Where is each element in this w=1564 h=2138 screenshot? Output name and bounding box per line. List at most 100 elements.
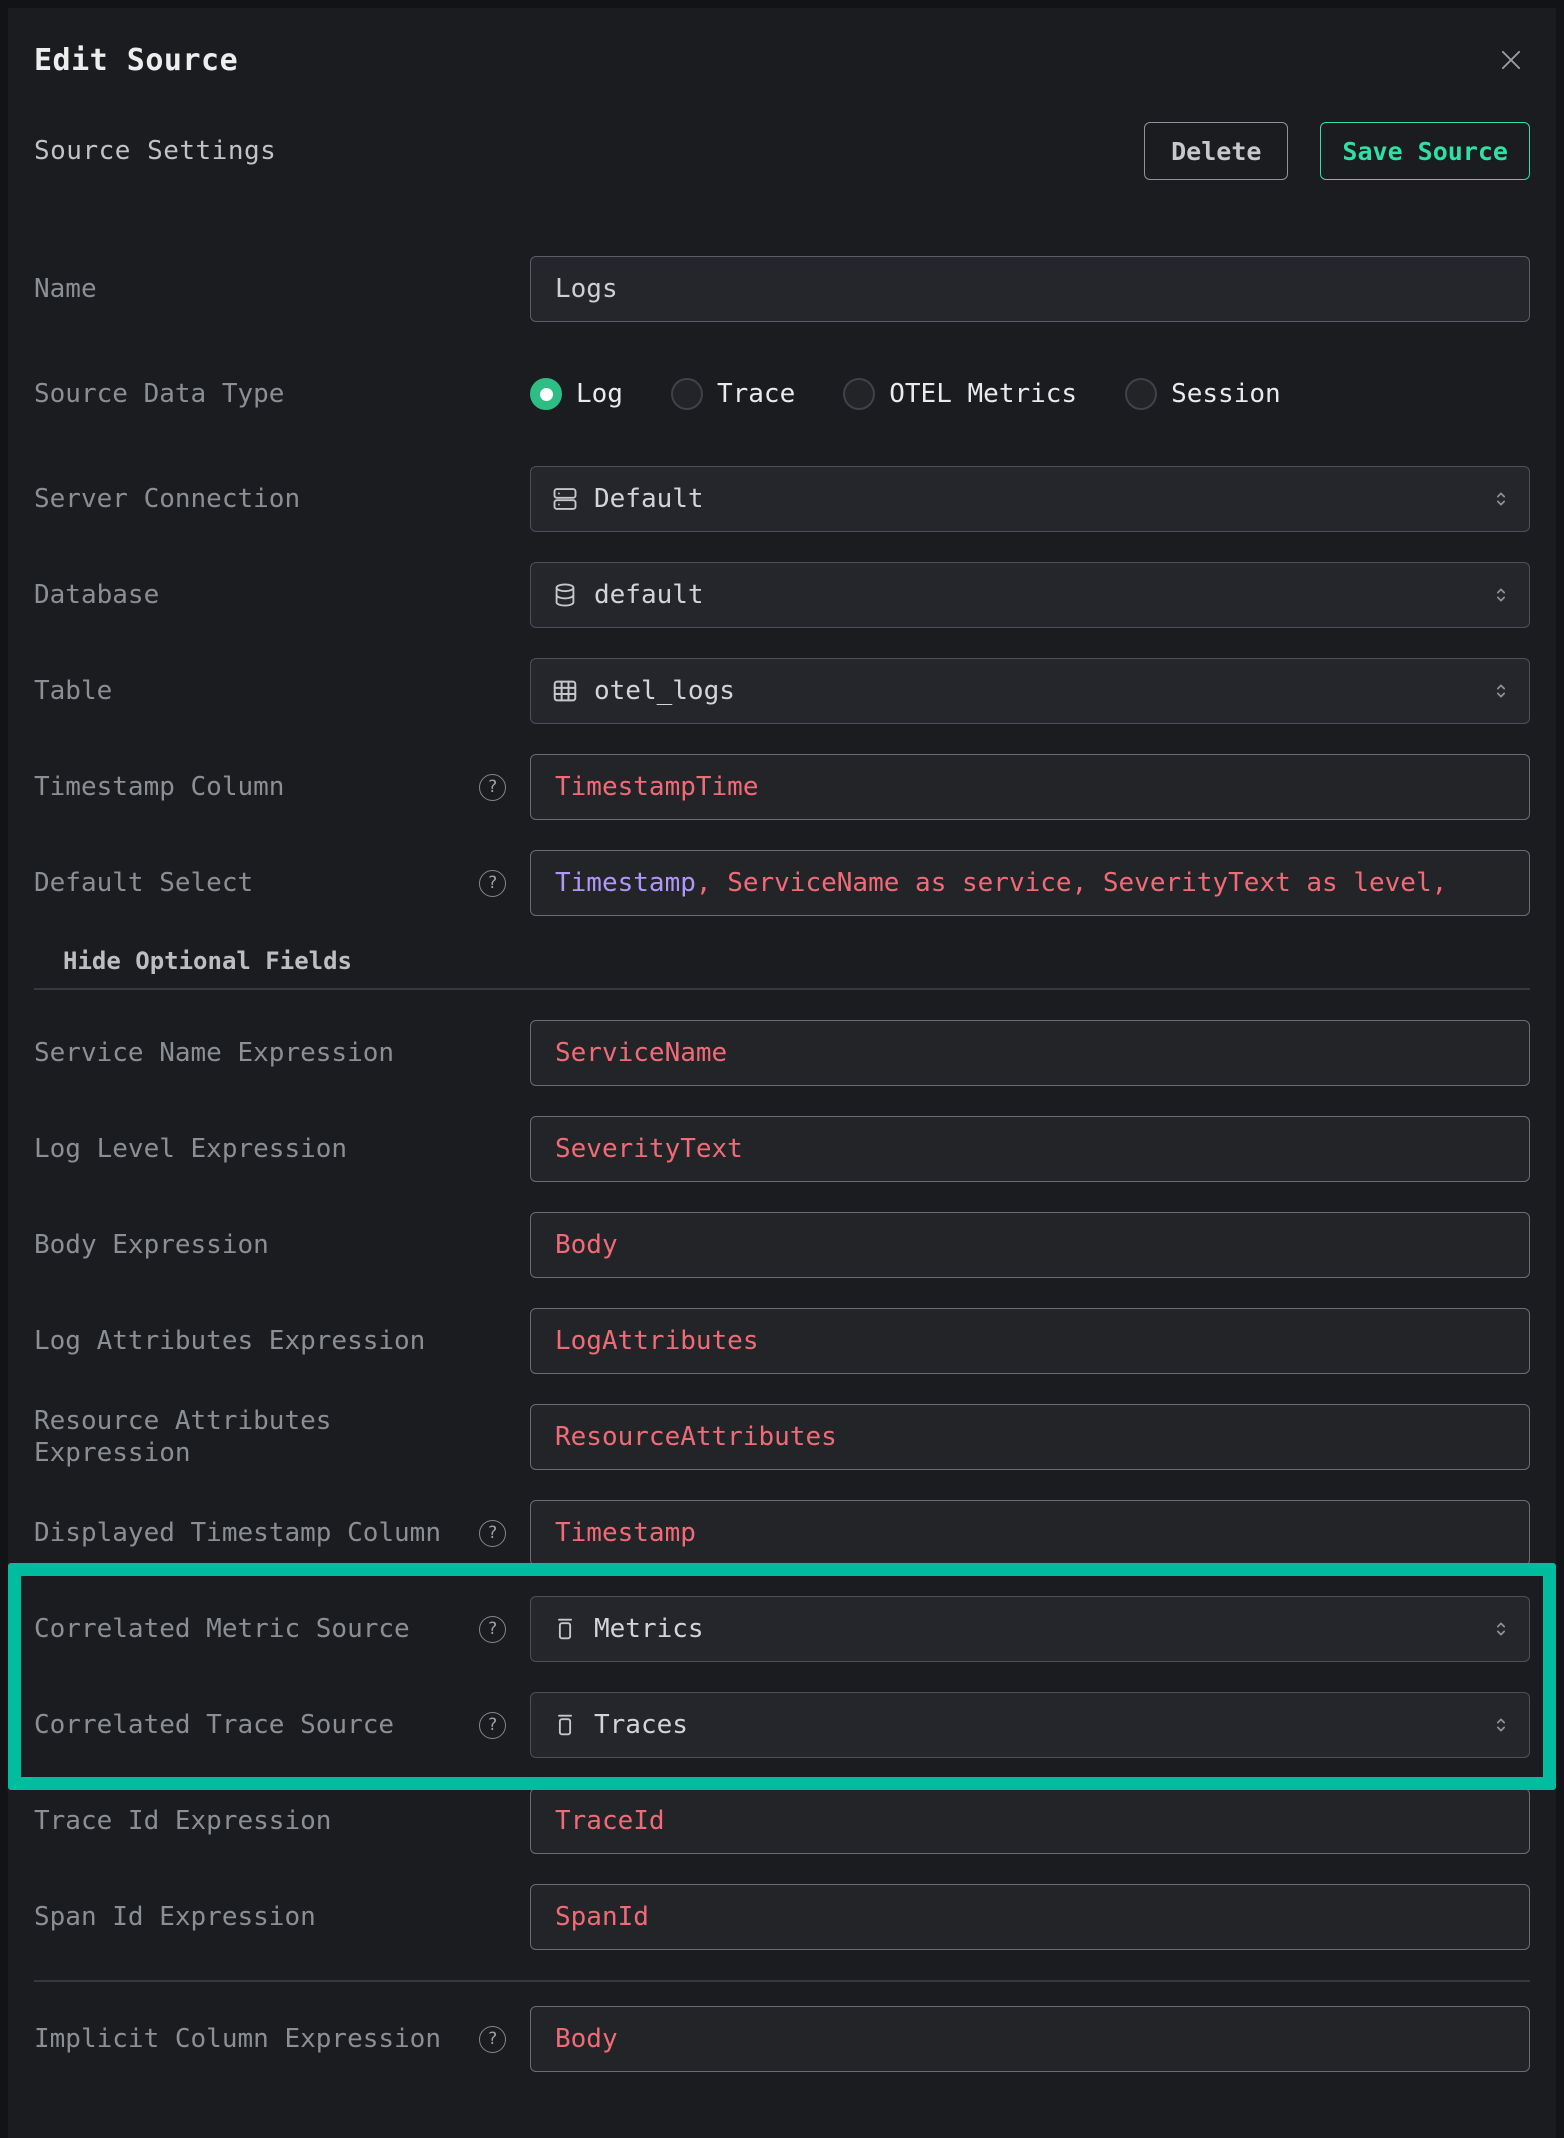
field-label: Log Attributes Expression [34,1325,425,1358]
implicit-column-expression-input[interactable]: Body [530,2006,1530,2072]
field-row-body-expression: Body Expression Body [34,1212,1530,1278]
select-value: Traces [594,1710,1474,1740]
input-value: TimestampTime [555,772,759,802]
save-source-button[interactable]: Save Source [1320,122,1530,180]
radio-option-trace[interactable]: Trace [671,378,795,410]
radio-option-otel-metrics[interactable]: OTEL Metrics [843,378,1077,410]
log-level-expression-input[interactable]: SeverityText [530,1116,1530,1182]
field-label: Body Expression [34,1229,269,1262]
correlated-metric-source-select[interactable]: Metrics [530,1596,1530,1662]
field-label-col: Correlated Trace Source? [34,1709,506,1742]
help-icon[interactable]: ? [479,2026,506,2053]
close-icon[interactable] [1492,41,1530,79]
field-label-col: Displayed Timestamp Column? [34,1517,506,1550]
field-label-col: Source Data Type [34,378,506,411]
field-value-col: Traces [530,1692,1530,1758]
field-label: Timestamp Column [34,771,284,804]
field-label: Resource Attributes Expression [34,1405,454,1470]
select-value: Metrics [594,1614,1474,1644]
field-row-name: Name Logs [34,256,1530,322]
input-value: ServiceName [555,1038,727,1068]
source-data-type-radio-group: Log Trace OTEL Metrics Session [530,378,1530,410]
body-expression-input[interactable]: Body [530,1212,1530,1278]
page-title: Edit Source [34,43,238,78]
field-label: Database [34,579,159,612]
trace-id-expression-input[interactable]: TraceId [530,1788,1530,1854]
input-value: ResourceAttributes [555,1422,837,1452]
field-value-col: TimestampTime [530,754,1530,820]
field-value-col: Log Trace OTEL Metrics Session [530,378,1530,410]
help-icon[interactable]: ? [479,870,506,897]
input-value: LogAttributes [555,1326,759,1356]
input-value: Timestamp [555,1518,696,1548]
hide-optional-fields-toggle[interactable]: Hide Optional Fields [63,946,1530,976]
field-value-col: Metrics [530,1596,1530,1662]
field-row-log-level-expression: Log Level Expression SeverityText [34,1116,1530,1182]
field-label: Correlated Metric Source [34,1613,410,1646]
service-name-expression-input[interactable]: ServiceName [530,1020,1530,1086]
field-value-col: Timestamp [530,1500,1530,1566]
help-icon[interactable]: ? [479,1712,506,1739]
help-icon[interactable]: ? [479,1616,506,1643]
radio-option-log[interactable]: Log [530,378,623,410]
displayed-timestamp-column-input[interactable]: Timestamp [530,1500,1530,1566]
radio-option-session[interactable]: Session [1125,378,1281,410]
field-value-col: ResourceAttributes [530,1404,1530,1470]
table-icon [551,677,579,705]
field-label-col: Body Expression [34,1229,506,1262]
field-label: Displayed Timestamp Column [34,1517,441,1550]
log-attributes-expression-input[interactable]: LogAttributes [530,1308,1530,1374]
field-row-implicit-column-expression: Implicit Column Expression? Body [34,2006,1530,2072]
field-label: Server Connection [34,483,300,516]
span-id-expression-input[interactable]: SpanId [530,1884,1530,1950]
radio-circle [530,378,562,410]
field-value-col: LogAttributes [530,1308,1530,1374]
select-value: Default [594,484,1474,514]
help-icon[interactable]: ? [479,774,506,801]
resource-attributes-expression-input[interactable]: ResourceAttributes [530,1404,1530,1470]
field-row-default-select: Default Select?Timestamp, ServiceName as… [34,850,1530,916]
input-value: Body [555,2024,618,2054]
section-title: Source Settings [34,136,276,166]
field-value-col: TraceId [530,1788,1530,1854]
radio-label: Session [1171,379,1281,409]
field-label: Span Id Expression [34,1901,316,1934]
field-value-col: otel_logs [530,658,1530,724]
correlated-trace-source-select[interactable]: Traces [530,1692,1530,1758]
field-label: Implicit Column Expression [34,2023,441,2056]
field-value-col: default [530,562,1530,628]
timestamp-column-input[interactable]: TimestampTime [530,754,1530,820]
input-value: TraceId [555,1806,665,1836]
radio-circle [671,378,703,410]
input-value: Logs [555,274,618,304]
field-label: Name [34,273,97,306]
server-connection-select[interactable]: Default [530,466,1530,532]
radio-label: Trace [717,379,795,409]
field-label: Source Data Type [34,378,284,411]
edit-source-modal: Edit Source Source Settings Delete Save … [8,8,1556,2138]
field-label-col: Service Name Expression [34,1037,506,1070]
help-icon[interactable]: ? [479,1520,506,1547]
chevron-updown-icon [1489,1617,1513,1641]
field-row-server-connection: Server Connection Default [34,466,1530,532]
field-row-log-attributes-expression: Log Attributes Expression LogAttributes [34,1308,1530,1374]
field-row-resource-attributes-expression: Resource Attributes Expression ResourceAt… [34,1404,1530,1470]
field-label-col: Name [34,273,506,306]
chevron-updown-icon [1489,583,1513,607]
table-select[interactable]: otel_logs [530,658,1530,724]
field-label-col: Table [34,675,506,708]
default-select-input[interactable]: Timestamp, ServiceName as service, Sever… [530,850,1530,916]
field-label-col: Log Level Expression [34,1133,506,1166]
select-value: default [594,580,1474,610]
server-icon [551,485,579,513]
field-label: Table [34,675,112,708]
input-value: Body [555,1230,618,1260]
field-value-col: Default [530,466,1530,532]
field-label: Correlated Trace Source [34,1709,394,1742]
delete-button[interactable]: Delete [1144,122,1288,180]
divider [34,1980,1530,1982]
box-icon [551,1711,579,1739]
database-select[interactable]: default [530,562,1530,628]
field-row-correlated-metric-source: Correlated Metric Source? Metrics [34,1596,1530,1662]
name-input[interactable]: Logs [530,256,1530,322]
